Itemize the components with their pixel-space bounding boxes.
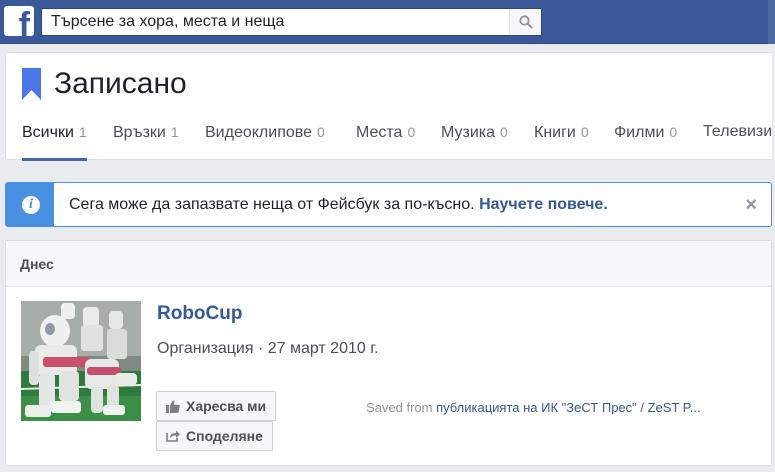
tab-label: Филми: [614, 124, 665, 141]
tab-count: 1: [78, 124, 87, 140]
share-icon: [166, 430, 180, 443]
bookmark-icon: [22, 68, 41, 100]
like-label: Харесва ми: [186, 398, 267, 414]
tab-music[interactable]: Музика 0: [441, 119, 508, 161]
tab-label: Всички: [22, 124, 74, 141]
item-meta: Организация · 27 март 2010 г.: [157, 340, 379, 357]
banner-text: Сега може да запазвате неща от Фейсбук з…: [69, 196, 475, 213]
tab-count: 0: [316, 124, 325, 140]
robot-soccer-image: [21, 301, 141, 421]
tab-places[interactable]: Места 0: [356, 119, 415, 161]
section-title: Днес: [20, 256, 54, 272]
search-input[interactable]: [42, 9, 508, 35]
tab-label: Книги: [534, 124, 576, 141]
tab-label: Телевизи: [703, 123, 773, 140]
banner-icon-area: i: [6, 183, 54, 226]
tab-all[interactable]: Всички 1: [22, 119, 87, 161]
search-box: [41, 8, 542, 36]
thumbs-up-icon: [166, 400, 180, 413]
facebook-logo-icon[interactable]: f: [4, 6, 34, 36]
saved-from-prefix: Saved from: [366, 400, 433, 415]
page-title: Записано: [54, 67, 187, 100]
share-label: Споделяне: [186, 428, 263, 444]
share-button[interactable]: Споделяне: [156, 421, 273, 451]
item-thumbnail[interactable]: [21, 301, 141, 421]
like-button[interactable]: Харесва ми: [156, 391, 277, 421]
search-icon: [519, 15, 533, 29]
saved-from: Saved from публикацията на ИК "ЗеСТ Прес…: [366, 400, 766, 415]
tab-label: Места: [356, 124, 403, 141]
topbar-edge: [768, 0, 775, 44]
tab-label: Видеоклипове: [205, 124, 312, 141]
banner-message: Сега може да запазвате неща от Фейсбук з…: [69, 195, 608, 215]
tab-label: Музика: [441, 124, 496, 141]
tab-tv[interactable]: Телевизи: [703, 119, 772, 161]
tab-count: 0: [580, 124, 589, 140]
saved-header: Записано Всички 1 Връзки 1 Видеоклипове 0 М…: [5, 52, 772, 161]
tab-label: Връзки: [113, 124, 166, 141]
tab-count: 0: [407, 124, 416, 140]
tab-books[interactable]: Книги 0: [534, 119, 589, 161]
saved-items-card: Днес RoboCup Организация · 27 март 2010 …: [5, 240, 772, 466]
top-navigation-bar: f: [0, 0, 775, 44]
saved-from-link[interactable]: публикацията на ИК "ЗеСТ Прес" / ZeST P.…: [436, 400, 701, 415]
info-icon: i: [22, 196, 40, 214]
section-header: Днес: [6, 241, 771, 287]
item-title-link[interactable]: RoboCup: [157, 303, 242, 325]
tab-links[interactable]: Връзки 1: [113, 119, 179, 161]
learn-more-link[interactable]: Научете повече.: [479, 196, 608, 213]
tab-movies[interactable]: Филми 0: [614, 119, 677, 161]
close-icon[interactable]: ×: [745, 195, 757, 215]
tab-videos[interactable]: Видеоклипове 0: [205, 119, 325, 161]
tab-count: 0: [500, 124, 508, 140]
tab-count: 0: [669, 124, 678, 140]
info-banner: i Сега може да запазвате неща от Фейсбук…: [5, 182, 772, 227]
tab-count: 1: [170, 124, 179, 140]
search-button[interactable]: [509, 9, 541, 35]
